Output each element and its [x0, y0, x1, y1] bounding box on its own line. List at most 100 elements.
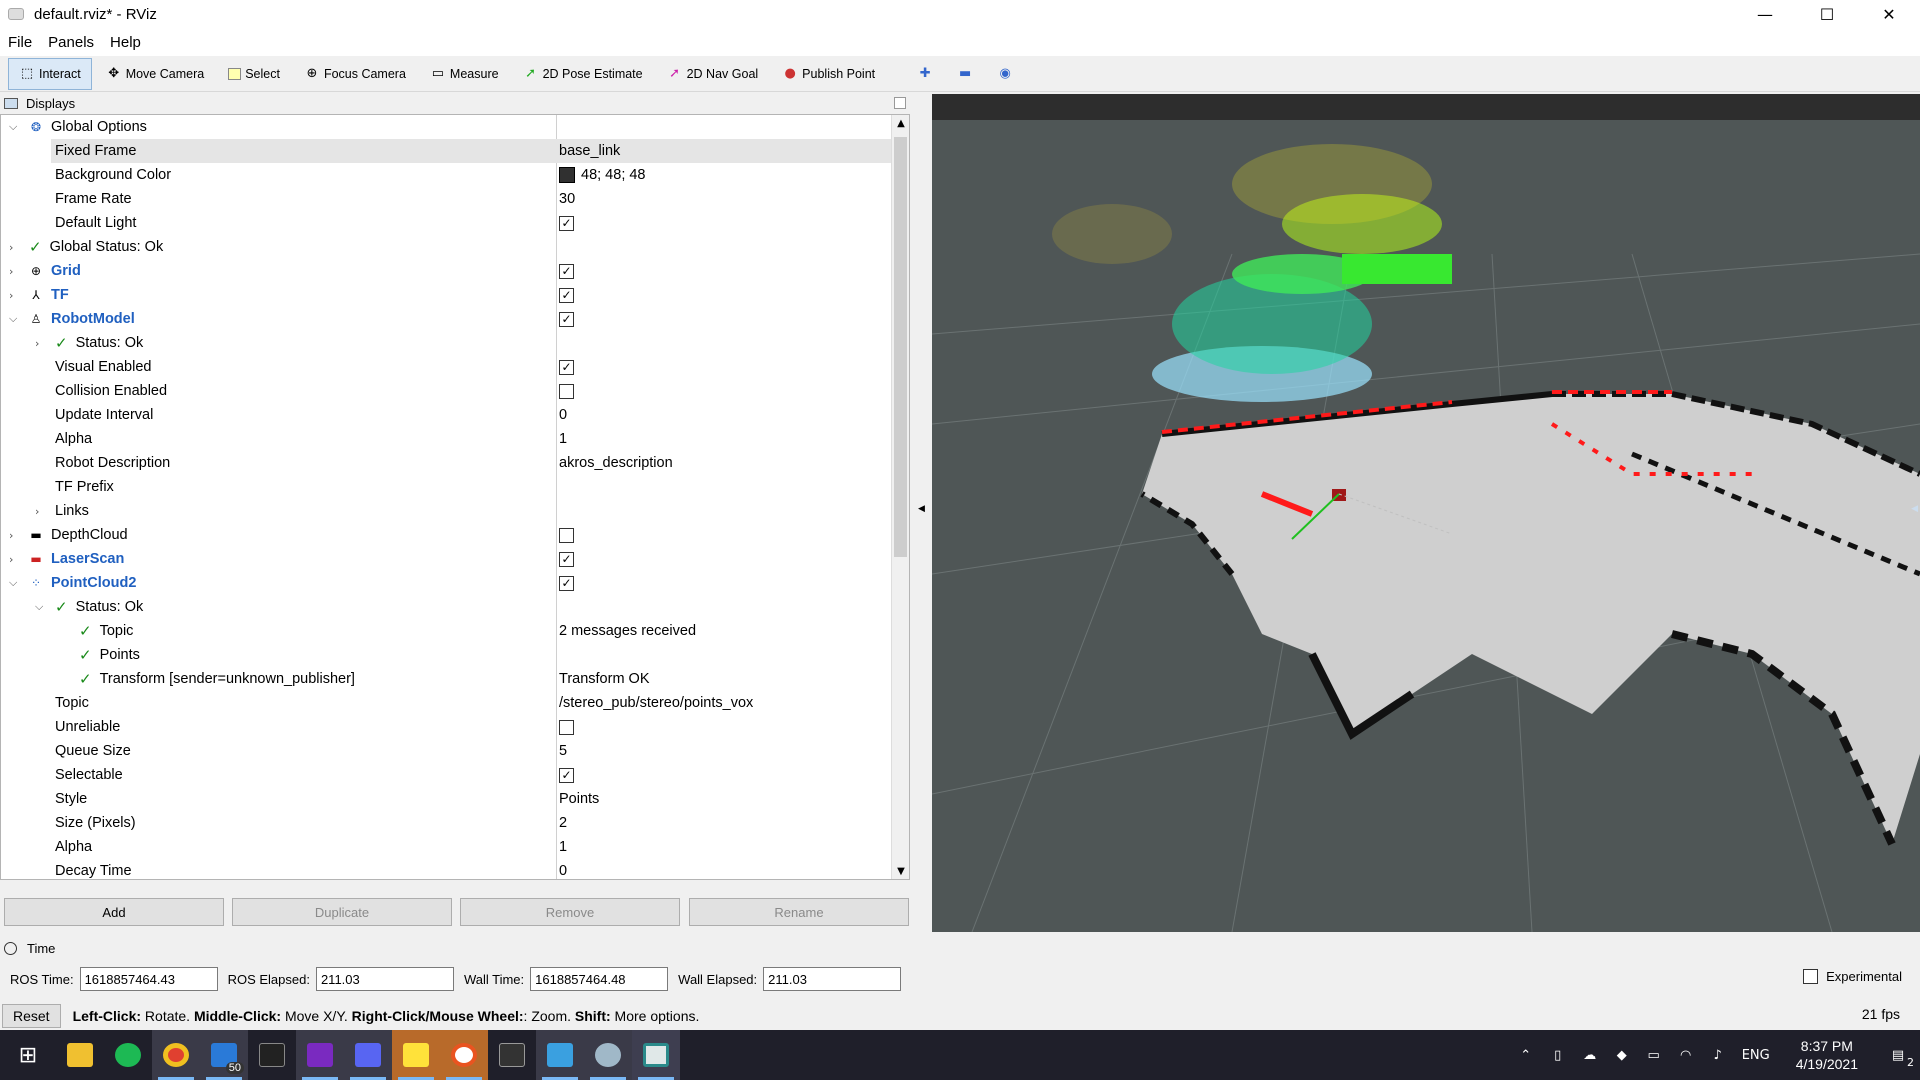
wall-time-field[interactable]: 1618857464.48 [530, 967, 669, 991]
ros-time-field[interactable]: 1618857464.43 [79, 967, 218, 991]
notification-icon[interactable]: ▤ 2 [1876, 1048, 1920, 1069]
tree-row-global-options[interactable]: ⌵ ❂ Global Options [1, 115, 891, 139]
move-camera-tool-button[interactable]: ✥ Move Camera [96, 58, 215, 90]
alpha-2-value[interactable]: 1 [559, 835, 567, 859]
tree-row-robotmodel-status[interactable]: › ✓ Status: Ok [1, 331, 891, 355]
publish-point-tool-button[interactable]: ● Publish Point [772, 58, 885, 90]
displays-tree[interactable]: ⌵ ❂ Global Options Fixed Frame base_link … [0, 114, 910, 880]
ros-elapsed-field[interactable]: 211.03 [315, 967, 454, 991]
collapse-left-icon[interactable]: ◀ [918, 504, 925, 514]
experimental-toggle[interactable]: Experimental [1803, 969, 1902, 984]
duplicate-button[interactable]: Duplicate [232, 898, 452, 926]
tree-scrollbar[interactable]: ▲ ▼ [891, 115, 909, 879]
onedrive-icon[interactable]: ☁ [1574, 1048, 1606, 1063]
robot-description-value[interactable]: akros_description [559, 451, 673, 475]
reset-button[interactable]: Reset [2, 1004, 61, 1028]
decay-time-value[interactable]: 0 [559, 859, 567, 879]
tree-row-collision-enabled[interactable]: Collision Enabled [1, 379, 891, 403]
render-viewport[interactable]: ◀ [932, 94, 1920, 932]
tree-row-status-transform[interactable]: ✓ Transform [sender=unknown_publisher] Tr… [1, 667, 891, 691]
tree-row-laserscan[interactable]: › ▬ LaserScan ✓ [1, 547, 891, 571]
tree-row-queue-size[interactable]: Queue Size 5 [1, 739, 891, 763]
rviz-icon[interactable] [584, 1030, 632, 1080]
style-value[interactable]: Points [559, 787, 599, 811]
tree-row-tf-prefix[interactable]: TF Prefix [1, 475, 891, 499]
tree-row-update-interval[interactable]: Update Interval 0 [1, 403, 891, 427]
expand-arrow-icon[interactable]: › [9, 289, 21, 302]
tf-checkbox[interactable]: ✓ [559, 287, 574, 303]
robotmodel-checkbox[interactable]: ✓ [559, 311, 574, 327]
unreliable-checkbox[interactable] [559, 719, 574, 735]
explorer-icon[interactable] [56, 1030, 104, 1080]
frame-rate-value[interactable]: 30 [559, 187, 575, 211]
phone-icon[interactable]: ▯ [1542, 1048, 1574, 1063]
color-swatch[interactable] [559, 167, 575, 183]
minimize-button[interactable]: — [1734, 0, 1796, 28]
visual-enabled-checkbox[interactable]: ✓ [559, 359, 574, 375]
expand-arrow-icon[interactable]: › [9, 553, 21, 566]
add-tool-button[interactable]: ✚ [909, 58, 945, 90]
spotify-icon[interactable] [104, 1030, 152, 1080]
language-indicator[interactable]: ENG [1734, 1048, 1778, 1063]
expand-arrow-icon[interactable]: › [9, 529, 21, 542]
volume-icon[interactable]: ♪ [1702, 1048, 1734, 1063]
terminal-icon[interactable] [248, 1030, 296, 1080]
remove-button[interactable]: Remove [460, 898, 680, 926]
tree-row-background-color[interactable]: Background Color 48; 48; 48 [1, 163, 891, 187]
chrome-icon[interactable] [152, 1030, 200, 1080]
tree-row-pointcloud2[interactable]: ⌵ ⁘ PointCloud2 ✓ [1, 571, 891, 595]
interact-tool-button[interactable]: ⬚ Interact [8, 57, 92, 90]
grid-checkbox[interactable]: ✓ [559, 263, 574, 279]
default-light-checkbox[interactable]: ✓ [559, 215, 574, 231]
tree-row-pointcloud-status[interactable]: ⌵ ✓ Status: Ok [1, 595, 891, 619]
select-tool-button[interactable]: Select [218, 58, 290, 90]
expand-right-icon[interactable]: ◀ [1911, 504, 1918, 514]
tree-row-grid[interactable]: › ⊕ Grid ✓ [1, 259, 891, 283]
tree-row-default-light[interactable]: Default Light ✓ [1, 211, 891, 235]
pointcloud2-checkbox[interactable]: ✓ [559, 575, 574, 591]
menu-file[interactable]: File [0, 34, 40, 51]
tree-row-unreliable[interactable]: Unreliable [1, 715, 891, 739]
size-pixels-value[interactable]: 2 [559, 811, 567, 835]
discord-icon[interactable] [344, 1030, 392, 1080]
tree-row-robot-description[interactable]: Robot Description akros_description [1, 451, 891, 475]
tree-row-fixed-frame[interactable]: Fixed Frame base_link [51, 139, 891, 163]
wall-elapsed-field[interactable]: 211.03 [763, 967, 902, 991]
add-button[interactable]: Add [4, 898, 224, 926]
collapse-arrow-icon[interactable]: ⌵ [9, 120, 21, 134]
focus-camera-tool-button[interactable]: ⊕ Focus Camera [294, 58, 416, 90]
depthcloud-checkbox[interactable] [559, 527, 574, 543]
update-interval-value[interactable]: 0 [559, 403, 567, 427]
sticky-notes-icon[interactable] [392, 1030, 440, 1080]
tree-row-decay-time[interactable]: Decay Time 0 [1, 859, 891, 879]
collapse-arrow-icon[interactable]: ⌵ [9, 576, 21, 590]
menu-help[interactable]: Help [102, 34, 149, 51]
tree-row-tf[interactable]: › ⅄ TF ✓ [1, 283, 891, 307]
tree-row-style[interactable]: Style Points [1, 787, 891, 811]
alpha-value[interactable]: 1 [559, 427, 567, 451]
epic-games-icon[interactable] [488, 1030, 536, 1080]
float-panel-button[interactable] [894, 97, 906, 109]
remove-tool-button[interactable]: ▬ [949, 58, 985, 90]
tree-row-alpha-2[interactable]: Alpha 1 [1, 835, 891, 859]
tree-row-global-status[interactable]: › ✓ Global Status: Ok [1, 235, 891, 259]
tree-row-depthcloud[interactable]: › ▬ DepthCloud [1, 523, 891, 547]
selectable-checkbox[interactable]: ✓ [559, 767, 574, 783]
scroll-thumb[interactable] [894, 137, 907, 557]
maximize-button[interactable]: ☐ [1796, 0, 1858, 28]
scroll-up-icon[interactable]: ▲ [892, 115, 909, 133]
chevron-up-icon[interactable]: ⌃ [1510, 1048, 1542, 1063]
menu-panels[interactable]: Panels [40, 34, 102, 51]
measure-tool-button[interactable]: ▭ Measure [420, 58, 509, 90]
start-icon[interactable]: ⊞ [0, 1030, 56, 1080]
battery-icon[interactable]: ▭ [1638, 1048, 1670, 1063]
expand-arrow-icon[interactable]: › [35, 505, 47, 518]
mail-icon[interactable]: 50 [200, 1030, 248, 1080]
tree-row-selectable[interactable]: Selectable ✓ [1, 763, 891, 787]
tree-row-status-points[interactable]: ✓ Points [1, 643, 891, 667]
taskbar-clock[interactable]: 8:37 PM 4/19/2021 [1796, 1037, 1858, 1073]
collision-enabled-checkbox[interactable] [559, 383, 574, 399]
topic-value[interactable]: /stereo_pub/stereo/points_vox [559, 691, 753, 715]
tree-row-frame-rate[interactable]: Frame Rate 30 [1, 187, 891, 211]
expand-arrow-icon[interactable]: › [9, 241, 21, 254]
